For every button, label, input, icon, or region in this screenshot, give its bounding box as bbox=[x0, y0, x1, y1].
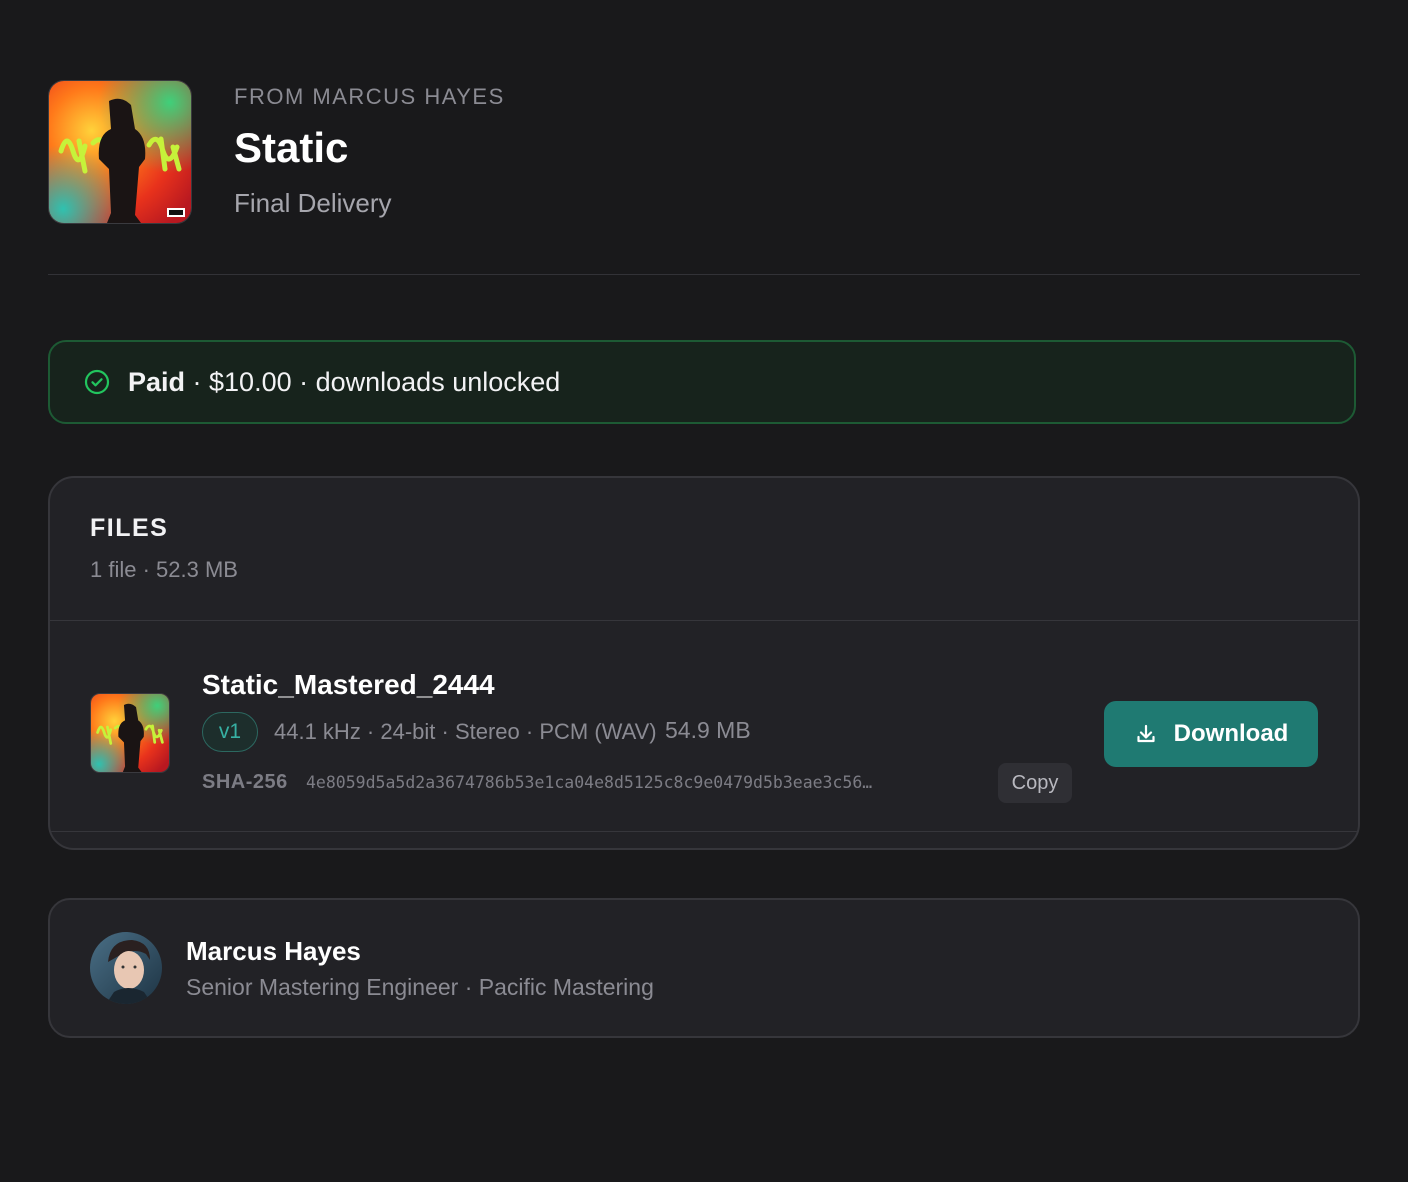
file-name: Static_Mastered_2444 bbox=[202, 669, 495, 700]
page-subtitle: Final Delivery bbox=[234, 188, 392, 218]
version-badge: v1 bbox=[202, 712, 258, 752]
delivery-header: FROM MARCUS HAYES Static Final Delivery bbox=[48, 80, 505, 224]
file-art-image bbox=[91, 694, 169, 772]
files-section-title: FILES bbox=[90, 514, 169, 542]
check-circle-icon bbox=[84, 369, 110, 395]
engineer-role: Senior Mastering Engineer · Pacific Mast… bbox=[186, 974, 654, 1000]
file-specs: 44.1 kHz · 24-bit · Stereo · PCM (WAV) bbox=[274, 719, 657, 744]
file-thumbnail bbox=[90, 693, 170, 773]
copy-hash-button[interactable]: Copy bbox=[998, 763, 1072, 803]
album-cover bbox=[48, 80, 192, 224]
download-button[interactable]: Download bbox=[1104, 701, 1318, 767]
engineer-card: Marcus Hayes Senior Mastering Engineer ·… bbox=[48, 898, 1360, 1038]
payment-status-label: Paid bbox=[128, 366, 186, 397]
page-title: Static bbox=[234, 124, 349, 171]
header-divider bbox=[48, 274, 1360, 275]
files-header: FILES 1 file · 52.3 MB bbox=[50, 478, 1358, 621]
files-card: FILES 1 file · 52.3 MB Static_Mastered_2… bbox=[48, 476, 1360, 850]
payment-details: · $10.00 · downloads unlocked bbox=[185, 366, 561, 397]
download-label: Download bbox=[1173, 720, 1289, 747]
file-size: 54.9 MB bbox=[665, 717, 751, 743]
avatar bbox=[90, 932, 162, 1004]
download-icon bbox=[1137, 724, 1155, 743]
engineer-name: Marcus Hayes bbox=[186, 936, 361, 966]
files-summary: 1 file · 52.3 MB bbox=[90, 557, 238, 582]
sender-label: FROM MARCUS HAYES bbox=[234, 84, 505, 109]
payment-status-banner: Paid · $10.00 · downloads unlocked bbox=[48, 340, 1356, 424]
file-row: Static_Mastered_2444 v1 44.1 kHz · 24-bi… bbox=[50, 621, 1358, 832]
album-art-image bbox=[49, 81, 191, 223]
avatar-image bbox=[90, 932, 162, 1004]
sha-label: SHA-256 bbox=[202, 771, 288, 793]
payment-status-text: Paid · $10.00 · downloads unlocked bbox=[128, 367, 560, 398]
sha-value: 4e8059d5a5d2a3674786b53e1ca04e8d5125c8c9… bbox=[306, 773, 873, 792]
